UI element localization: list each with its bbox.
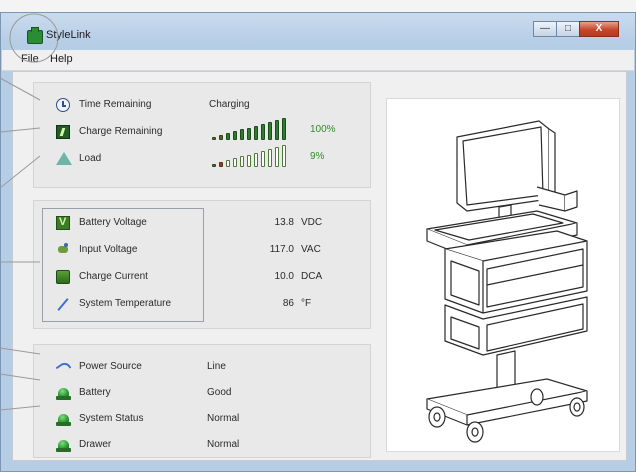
system-row-system-status: System Status Normal bbox=[34, 411, 370, 429]
cart-image-panel bbox=[386, 98, 620, 452]
status-row-load: Load 9% bbox=[34, 145, 370, 169]
charge-meter-segment bbox=[268, 121, 272, 140]
drawer-value: Normal bbox=[207, 439, 240, 450]
power-source-icon bbox=[56, 360, 70, 374]
charge-level-meter bbox=[212, 118, 302, 140]
system-row-power-source: Power Source Line bbox=[34, 359, 370, 377]
load-percent: 9% bbox=[310, 151, 325, 162]
load-meter-segment bbox=[254, 152, 258, 167]
charge-current-label: Charge Current bbox=[79, 271, 148, 282]
system-temperature-unit: °F bbox=[301, 298, 312, 309]
system-row-battery: Battery Good bbox=[34, 385, 370, 403]
measurement-row-battery-voltage: Battery Voltage 13.8 VDC bbox=[34, 215, 370, 233]
load-meter-segment bbox=[219, 162, 223, 167]
window-title: StyleLink bbox=[46, 29, 91, 41]
status-light-icon bbox=[56, 438, 71, 452]
charge-meter-segment bbox=[226, 133, 230, 140]
maximize-button[interactable]: □ bbox=[556, 21, 580, 37]
minimize-button[interactable]: — bbox=[533, 21, 557, 37]
charge-remaining-label: Charge Remaining bbox=[79, 126, 163, 137]
status-panel: Time Remaining Charging Charge Remaining… bbox=[33, 82, 371, 188]
load-meter-segment bbox=[226, 160, 230, 167]
charge-current-unit: DCA bbox=[301, 271, 323, 282]
system-status-value: Normal bbox=[207, 413, 240, 424]
load-meter-segment bbox=[268, 148, 272, 167]
input-voltage-value: 117.0 bbox=[269, 244, 294, 255]
time-remaining-value: Charging bbox=[209, 99, 250, 110]
title-bar[interactable]: StyleLink — □ X bbox=[1, 13, 635, 51]
charge-percent: 100% bbox=[310, 124, 336, 135]
battery-voltage-label: Battery Voltage bbox=[79, 217, 147, 228]
measurement-row-input-voltage: Input Voltage 117.0 VAC bbox=[34, 242, 370, 260]
menu-file[interactable]: File bbox=[21, 53, 39, 65]
stylelink-window: StyleLink — □ X File Help Time Remaining… bbox=[0, 12, 636, 472]
charge-current-value: 10.0 bbox=[274, 271, 294, 282]
battery-label: Battery bbox=[79, 387, 111, 398]
charge-meter-segment bbox=[275, 119, 279, 140]
charge-icon bbox=[56, 125, 70, 139]
input-voltage-icon bbox=[56, 243, 70, 257]
battery-value: Good bbox=[207, 387, 232, 398]
system-status-panel: Power Source Line Battery Good System St… bbox=[33, 344, 371, 458]
status-light-icon bbox=[56, 412, 71, 426]
charge-meter-segment bbox=[282, 118, 286, 140]
load-meter-segment bbox=[233, 158, 237, 167]
measurement-row-charge-current: Charge Current 10.0 DCA bbox=[34, 269, 370, 287]
load-level-meter bbox=[212, 145, 302, 167]
measurements-panel: Battery Voltage 13.8 VDC Input Voltage 1… bbox=[33, 200, 371, 329]
charge-meter-segment bbox=[212, 137, 216, 140]
close-button[interactable]: X bbox=[579, 21, 619, 37]
load-meter-segment bbox=[240, 156, 244, 167]
system-row-drawer: Drawer Normal bbox=[34, 437, 370, 455]
power-source-value: Line bbox=[207, 361, 226, 372]
menu-help[interactable]: Help bbox=[50, 53, 73, 65]
clock-icon bbox=[56, 98, 70, 112]
measurement-row-system-temperature: System Temperature 86 °F bbox=[34, 296, 370, 314]
load-meter-segment bbox=[275, 146, 279, 167]
load-meter-segment bbox=[212, 164, 216, 167]
load-meter-segment bbox=[261, 150, 265, 167]
load-meter-segment bbox=[282, 145, 286, 167]
system-temperature-label: System Temperature bbox=[79, 298, 172, 309]
charge-meter-segment bbox=[233, 131, 237, 140]
charge-meter-segment bbox=[219, 135, 223, 140]
time-remaining-label: Time Remaining bbox=[79, 99, 152, 110]
temperature-icon bbox=[56, 297, 70, 311]
drawer-label: Drawer bbox=[79, 439, 112, 450]
menu-bar: File Help bbox=[2, 50, 634, 71]
load-meter-segment bbox=[247, 154, 251, 167]
status-row-time-remaining: Time Remaining Charging bbox=[34, 97, 370, 115]
system-temperature-value: 86 bbox=[282, 298, 294, 309]
battery-voltage-value: 13.8 bbox=[274, 217, 294, 228]
battery-voltage-unit: VDC bbox=[301, 217, 323, 228]
power-source-label: Power Source bbox=[79, 361, 142, 372]
charge-meter-segment bbox=[254, 125, 258, 140]
load-label: Load bbox=[79, 153, 102, 164]
input-voltage-label: Input Voltage bbox=[79, 244, 138, 255]
medical-cart-illustration bbox=[426, 120, 588, 443]
charge-current-icon bbox=[56, 270, 70, 284]
charge-meter-segment bbox=[247, 127, 251, 140]
load-icon bbox=[56, 152, 72, 165]
app-icon bbox=[27, 27, 43, 44]
charge-meter-segment bbox=[240, 129, 244, 140]
status-light-icon bbox=[56, 386, 71, 400]
system-status-label: System Status bbox=[79, 413, 144, 424]
input-voltage-unit: VAC bbox=[301, 244, 321, 255]
battery-voltage-icon bbox=[56, 216, 70, 230]
main-content: Time Remaining Charging Charge Remaining… bbox=[12, 71, 627, 461]
charge-meter-segment bbox=[261, 123, 265, 140]
status-row-charge-remaining: Charge Remaining 100% bbox=[34, 118, 370, 142]
window-controls: — □ X bbox=[533, 21, 619, 37]
